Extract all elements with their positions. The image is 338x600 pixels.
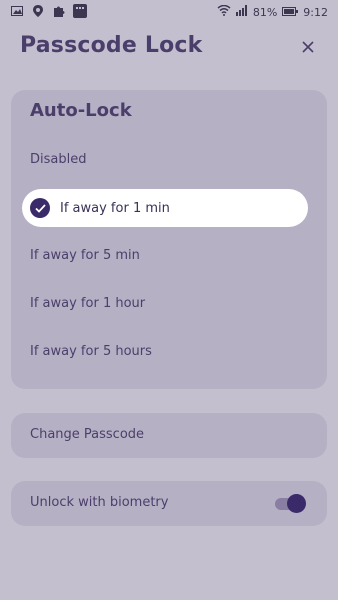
biometry-row: Unlock with biometry bbox=[11, 481, 327, 526]
checkmark-icon bbox=[30, 198, 50, 218]
wifi-icon bbox=[217, 4, 231, 19]
battery-icon bbox=[282, 6, 299, 19]
grid-app-icon bbox=[73, 4, 87, 18]
toggle-knob bbox=[287, 494, 306, 513]
puzzle-icon bbox=[52, 4, 66, 18]
biometry-label: Unlock with biometry bbox=[30, 495, 169, 510]
status-right: 81% 9:12 bbox=[217, 4, 328, 19]
clock: 9:12 bbox=[303, 5, 328, 19]
change-passcode-button[interactable]: Change Passcode bbox=[11, 413, 327, 458]
biometry-toggle[interactable] bbox=[275, 494, 306, 513]
image-icon bbox=[10, 4, 24, 18]
close-icon bbox=[302, 41, 314, 53]
autolock-title: Auto-Lock bbox=[30, 100, 132, 121]
location-icon bbox=[31, 4, 45, 18]
option-1-hour[interactable]: If away for 1 hour bbox=[30, 296, 145, 311]
battery-percent: 81% bbox=[252, 5, 278, 19]
close-button[interactable] bbox=[298, 37, 318, 57]
option-1-min-selected[interactable]: If away for 1 min bbox=[22, 189, 308, 227]
status-bar: 81% 9:12 bbox=[0, 0, 338, 24]
option-5-hours[interactable]: If away for 5 hours bbox=[30, 344, 152, 359]
change-passcode-label: Change Passcode bbox=[30, 427, 145, 442]
option-label: If away for 1 min bbox=[60, 200, 170, 216]
autolock-card: Auto-Lock Disabled If away for 1 min If … bbox=[11, 90, 327, 389]
option-5-min[interactable]: If away for 5 min bbox=[30, 248, 140, 263]
option-disabled[interactable]: Disabled bbox=[30, 152, 86, 167]
status-left bbox=[10, 4, 87, 18]
signal-icon bbox=[235, 5, 248, 19]
page-title: Passcode Lock bbox=[20, 33, 203, 58]
